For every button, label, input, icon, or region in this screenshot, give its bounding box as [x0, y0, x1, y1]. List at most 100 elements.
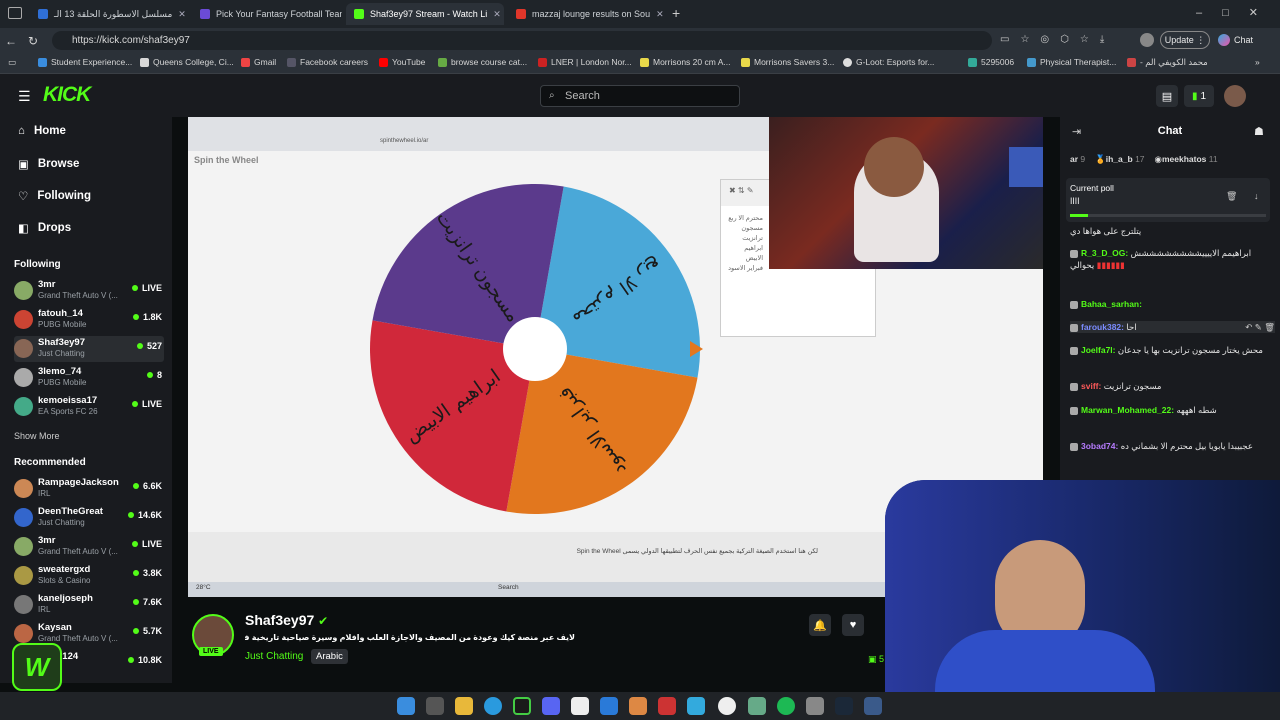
message-user[interactable]: R_3_D_OG: — [1081, 248, 1128, 258]
message-user[interactable]: sviff: — [1081, 381, 1101, 391]
notifications-button[interactable]: ▮ 1 — [1184, 85, 1214, 107]
extension-icons[interactable]: ▭☆◎⬡☆⤓ — [1000, 34, 1115, 45]
message-user[interactable]: Bahaa_sarhan: — [1081, 299, 1142, 309]
search-placeholder: Search — [565, 90, 600, 102]
language-tag[interactable]: Arabic — [311, 649, 348, 664]
avatar — [14, 624, 33, 643]
window-controls[interactable]: –□✕ — [1196, 6, 1278, 19]
nav-drops[interactable]: ◧ Drops — [18, 221, 71, 235]
recommended-channel-0[interactable]: RampageJackson IRL 6.6K — [14, 476, 164, 502]
follow-heart-icon[interactable]: ♥ — [842, 614, 864, 636]
back-icon[interactable]: ← — [0, 34, 22, 48]
wheel-center[interactable] — [503, 317, 567, 381]
discord-icon[interactable] — [542, 697, 560, 715]
nav-following[interactable]: ♡ Following — [18, 189, 91, 203]
start-icon[interactable] — [397, 697, 415, 715]
bookmark-icon — [1027, 57, 1036, 67]
message-user[interactable]: Joelfa7l: — [1081, 345, 1116, 355]
chat-users-icon[interactable]: ☗ — [1254, 125, 1264, 138]
message-user[interactable]: farouk382: — [1081, 322, 1124, 332]
update-button[interactable]: Update ⋮ — [1160, 31, 1210, 49]
following-channel-1[interactable]: fatouh_14 PUBG Mobile 1.8K — [14, 307, 164, 333]
app-icon[interactable] — [658, 697, 676, 715]
bookmark-icon — [1127, 58, 1136, 67]
following-channel-4[interactable]: kemoeissa17 EA Sports FC 26 LIVE — [14, 394, 164, 420]
gifter-count: 11 — [1208, 154, 1218, 164]
notify-bell-icon[interactable]: 🔔 — [809, 614, 831, 636]
tab-close-icon[interactable]: ✕ — [656, 9, 664, 20]
menu-icon[interactable]: ☰ — [18, 88, 31, 105]
recommended-channel-3[interactable]: sweatergxd Slots & Casino 3.8K — [14, 563, 164, 589]
message-user[interactable]: 3obad74: — [1081, 441, 1118, 451]
bookmark-4[interactable]: YouTube — [379, 57, 425, 67]
drops-icon: ◧ — [18, 223, 29, 235]
tab-2[interactable]: Pick Your Fantasy Football Team |✕ — [192, 3, 342, 25]
tab-close-icon[interactable]: ✕ — [493, 9, 501, 20]
new-tab-icon[interactable]: + — [672, 5, 680, 21]
recommended-channel-4[interactable]: kaneljoseph IRL 7.6K — [14, 592, 164, 618]
steam-icon[interactable] — [835, 697, 853, 715]
tab-3-active[interactable]: Shaf3ey97 Stream - Watch Li ✕ — [346, 3, 504, 25]
bookmark-6[interactable]: LNER | London Nor... — [538, 57, 632, 67]
bookmark-12[interactable]: - محمد الكويفي الم — [1127, 57, 1208, 68]
tab-4[interactable]: mazzaj lounge results on Sou ✕ — [508, 3, 668, 25]
following-channel-0[interactable]: 3mr Grand Theft Auto V (... LIVE — [14, 278, 164, 304]
following-channel-2-active[interactable]: Shaf3ey97 Just Chatting 527 — [14, 336, 164, 362]
spin-wheel[interactable]: محترم الا ربعفبراير الاسودابراهيم الابيض… — [368, 182, 708, 522]
settings-icon[interactable] — [748, 697, 766, 715]
tab-label: مسلسل الاسطورة الحلقة 13 الـ — [54, 8, 173, 19]
file-explorer-icon[interactable] — [455, 697, 473, 715]
copilot-chat-button[interactable]: Chat — [1218, 34, 1253, 46]
recommended-channel-1[interactable]: DeenTheGreat Just Chatting 14.6K — [14, 505, 164, 531]
show-more-link[interactable]: Show More — [14, 431, 60, 441]
theater-mode-icon[interactable]: ▤ — [1156, 85, 1178, 107]
bookmark-9[interactable]: G-Loot: Esports for... — [843, 57, 934, 67]
task-view-icon[interactable] — [426, 697, 444, 715]
bookmark-8[interactable]: Morrisons Savers 3... — [741, 57, 834, 67]
obs-icon[interactable] — [718, 697, 736, 715]
spotify-icon[interactable] — [777, 697, 795, 715]
tab-search-icon[interactable] — [8, 7, 22, 19]
nav-browse[interactable]: ▣ Browse — [18, 157, 79, 171]
bookmark-3[interactable]: Facebook careers — [287, 57, 368, 67]
bookmark-icon — [741, 57, 750, 67]
bookmark-7[interactable]: Morrisons 20 cm A... — [640, 57, 730, 67]
poll-card[interactable]: Current poll اااا 🗑 ↓ — [1066, 178, 1270, 222]
chat-message: Bahaa_sarhan: — [1070, 298, 1275, 310]
category-link[interactable]: Just Chatting — [245, 651, 303, 662]
entries-list[interactable]: محترم الا ربع مسجون ترانزيت ابراهيم الاب… — [727, 214, 763, 274]
bookmarks-more-icon[interactable]: » — [1255, 57, 1260, 67]
tab-close-icon[interactable]: ✕ — [178, 9, 185, 20]
recommended-channel-2[interactable]: 3mr Grand Theft Auto V (... LIVE — [14, 534, 164, 560]
streamer-webcam — [769, 117, 1043, 269]
url-input[interactable]: https://kick.com/shaf3ey97 — [52, 31, 992, 50]
bookmark-5[interactable]: browse course cat... — [438, 57, 527, 67]
app-icon[interactable] — [806, 697, 824, 715]
channel-name-row[interactable]: Shaf3ey97 ✔ — [245, 612, 328, 628]
edge-icon[interactable] — [484, 697, 502, 715]
bookmarks-menu-icon[interactable]: ▭ — [8, 57, 16, 68]
xbox-icon[interactable] — [513, 697, 531, 715]
bookmark-10[interactable]: 5295006 — [968, 57, 1014, 67]
following-channel-3[interactable]: 3lemo_74 PUBG Mobile 8 — [14, 365, 164, 391]
user-avatar[interactable] — [1224, 85, 1246, 107]
nav-home[interactable]: ⌂ Home — [18, 125, 66, 137]
app-icon[interactable] — [629, 697, 647, 715]
app-icon[interactable] — [687, 697, 705, 715]
bookmark-2[interactable]: Gmail — [241, 57, 276, 67]
app-icon[interactable] — [864, 697, 882, 715]
tab-1[interactable]: مسلسل الاسطورة الحلقة 13 الـ ✕ — [30, 3, 185, 25]
vscode-icon[interactable] — [600, 697, 618, 715]
profile-avatar[interactable] — [1140, 33, 1154, 47]
bookmark-1[interactable]: Queens College, Ci... — [140, 57, 234, 67]
kick-logo[interactable]: KICK — [43, 83, 91, 107]
reload-icon[interactable]: ↻ — [22, 34, 44, 48]
search-input[interactable]: ⌕ Search — [540, 85, 740, 107]
message-actions-icons[interactable]: ↶ ✎ 🗑 — [1245, 321, 1275, 333]
bookmark-0[interactable]: Student Experience... — [38, 57, 132, 67]
message-user[interactable]: Marwan_Mohamed_22: — [1081, 405, 1174, 415]
bookmark-11[interactable]: Physical Therapist... — [1027, 57, 1116, 67]
app-icon[interactable] — [571, 697, 589, 715]
poll-collapse-icon[interactable]: ↓ — [1254, 191, 1259, 201]
poll-delete-icon[interactable]: 🗑 — [1226, 191, 1237, 202]
